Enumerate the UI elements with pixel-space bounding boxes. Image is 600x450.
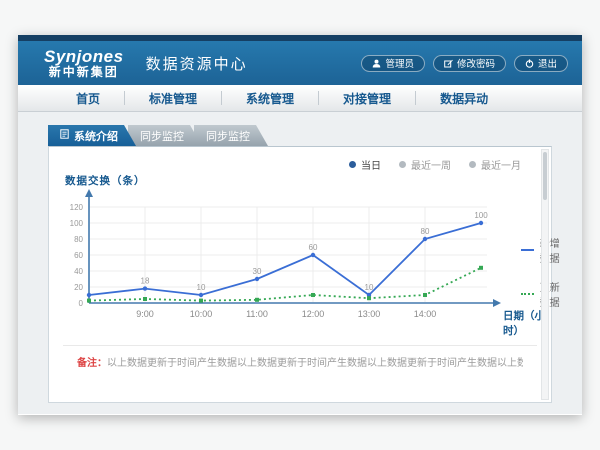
tab-sync-monitor-1[interactable]: 同步监控 xyxy=(128,125,202,146)
company-logo: Synjones 新中新集团 xyxy=(44,48,124,78)
svg-text:60: 60 xyxy=(309,243,318,252)
chart-panel: 当日 最近一周 最近一月 数据交换（条） 0 20 40 60 80 100 120 9:00… xyxy=(48,146,552,403)
radio-last-month[interactable]: 最近一月 xyxy=(469,157,521,172)
radio-dot-icon xyxy=(399,161,406,168)
radio-label: 当日 xyxy=(361,157,381,172)
app-window: Synjones 新中新集团 数据资源中心 管理员 修改密码 退出 xyxy=(18,35,582,415)
nav-item-home[interactable]: 首页 xyxy=(52,85,124,111)
svg-text:80: 80 xyxy=(421,227,430,236)
svg-text:10:00: 10:00 xyxy=(190,309,213,319)
page-title: 数据资源中心 xyxy=(146,53,248,74)
tab-label: 同步监控 xyxy=(206,128,250,144)
y-axis-title: 数据交换（条） xyxy=(65,173,146,188)
radio-today[interactable]: 当日 xyxy=(349,157,381,172)
tab-bar: 系统介绍 同步监控 同步监控 xyxy=(48,125,582,146)
radio-label: 最近一月 xyxy=(481,157,521,172)
period-filter: 当日 最近一周 最近一月 xyxy=(349,157,521,172)
svg-text:40: 40 xyxy=(74,267,83,276)
nav-item-interface-mgmt[interactable]: 对接管理 xyxy=(319,85,415,111)
change-password-button-label: 修改密码 xyxy=(457,56,495,70)
solid-line-swatch xyxy=(521,249,534,251)
nav-item-data-change[interactable]: 数据异动 xyxy=(416,85,512,111)
note-divider xyxy=(63,345,537,346)
svg-text:80: 80 xyxy=(74,235,83,244)
svg-text:13:00: 13:00 xyxy=(358,309,381,319)
nav-item-system-mgmt[interactable]: 系统管理 xyxy=(222,85,318,111)
logout-button[interactable]: 退出 xyxy=(514,55,568,72)
power-icon xyxy=(525,59,534,68)
logo-text: Synjones xyxy=(44,48,124,66)
header-actions: 管理员 修改密码 退出 xyxy=(361,41,568,85)
radio-label: 最近一周 xyxy=(411,157,451,172)
svg-text:120: 120 xyxy=(70,203,84,212)
svg-text:100: 100 xyxy=(70,219,84,228)
svg-text:12:00: 12:00 xyxy=(302,309,325,319)
radio-dot-icon xyxy=(469,161,476,168)
footnote-label: 备注： xyxy=(77,358,107,369)
radio-last-week[interactable]: 最近一周 xyxy=(399,157,451,172)
content-area: 系统介绍 同步监控 同步监控 当日 最近一周 xyxy=(18,112,582,414)
svg-text:100: 100 xyxy=(474,211,488,220)
svg-text:10: 10 xyxy=(197,283,206,292)
svg-text:9:00: 9:00 xyxy=(136,309,154,319)
svg-text:20: 20 xyxy=(74,283,83,292)
svg-text:10: 10 xyxy=(365,283,374,292)
main-nav: 首页 标准管理 系统管理 对接管理 数据异动 xyxy=(18,85,582,112)
svg-text:14:00: 14:00 xyxy=(414,309,437,319)
svg-text:18: 18 xyxy=(141,277,150,286)
panel-scrollbar[interactable] xyxy=(541,149,549,400)
user-icon xyxy=(372,59,381,68)
tab-label: 同步监控 xyxy=(140,128,184,144)
svg-text:60: 60 xyxy=(74,251,83,260)
svg-text:30: 30 xyxy=(253,267,262,276)
scrollbar-thumb[interactable] xyxy=(543,152,547,200)
svg-text:0: 0 xyxy=(79,299,84,308)
svg-text:11:00: 11:00 xyxy=(246,309,268,319)
nav-item-standard-mgmt[interactable]: 标准管理 xyxy=(125,85,221,111)
logout-button-label: 退出 xyxy=(538,56,557,70)
edit-icon xyxy=(444,59,453,68)
footnote-text: 以上数据更新于时间产生数据以上数据更新于时间产生数据以上数据更新于时间产生数据以… xyxy=(107,358,523,369)
user-button-label: 管理员 xyxy=(385,56,414,70)
change-password-button[interactable]: 修改密码 xyxy=(433,55,506,72)
radio-dot-icon xyxy=(349,161,356,168)
footnote: 备注：以上数据更新于时间产生数据以上数据更新于时间产生数据以上数据更新于时间产生… xyxy=(77,354,523,369)
logo-subtext: 新中新集团 xyxy=(49,66,119,79)
tab-sync-monitor-2[interactable]: 同步监控 xyxy=(194,125,268,146)
dotted-line-swatch xyxy=(521,293,534,295)
document-icon xyxy=(60,129,69,142)
exchange-chart-svg: 0 20 40 60 80 100 120 9:00 10:00 11:00 12:00 13:00 1… xyxy=(59,187,511,339)
tab-system-intro[interactable]: 系统介绍 xyxy=(48,125,136,146)
tab-label: 系统介绍 xyxy=(74,128,118,144)
app-header: Synjones 新中新集团 数据资源中心 管理员 修改密码 退出 xyxy=(18,41,582,85)
user-button[interactable]: 管理员 xyxy=(361,55,425,72)
